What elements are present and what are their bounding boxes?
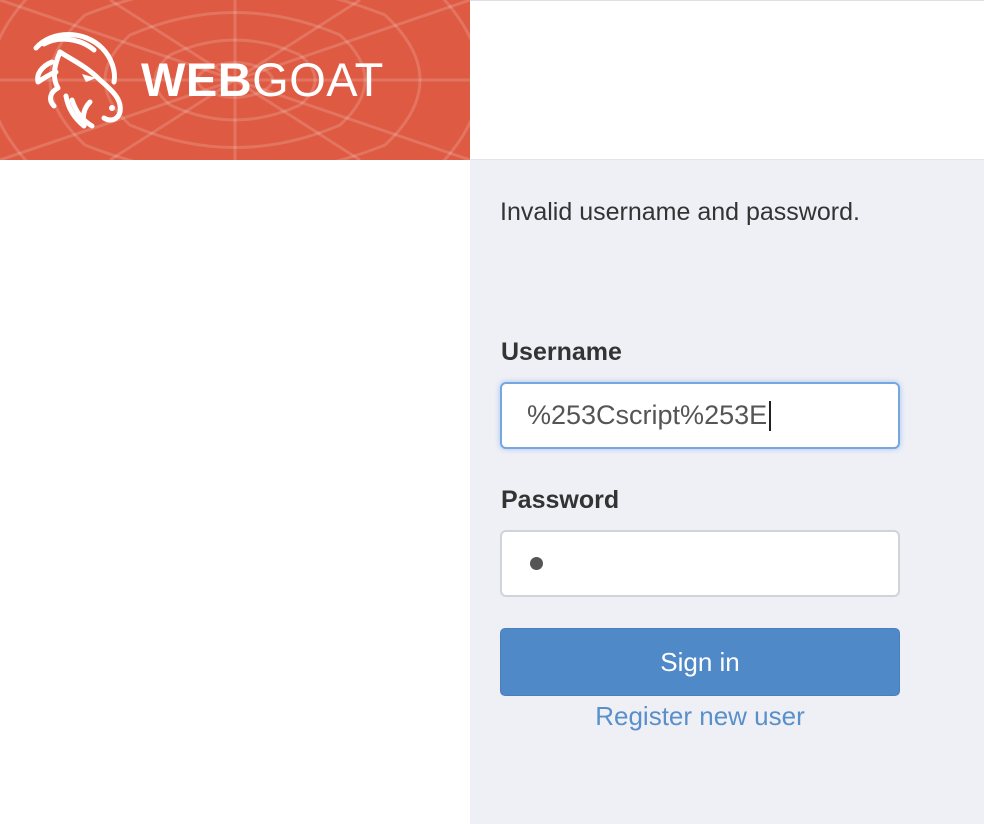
password-label: Password bbox=[501, 486, 620, 514]
username-input[interactable]: %253Cscript%253E bbox=[500, 382, 900, 449]
login-error-message: Invalid username and password. bbox=[500, 198, 860, 226]
password-input[interactable] bbox=[500, 530, 900, 597]
goat-head-icon bbox=[33, 32, 123, 129]
username-label: Username bbox=[501, 338, 622, 366]
username-value: %253Cscript%253E bbox=[527, 400, 768, 430]
text-caret bbox=[769, 400, 772, 431]
brand-name-bold: WEB bbox=[141, 53, 253, 106]
top-navbar bbox=[470, 0, 984, 160]
login-page: WEBGOAT Invalid username and password. U… bbox=[0, 0, 984, 824]
register-new-user-link[interactable]: Register new user bbox=[500, 699, 900, 733]
brand-header: WEBGOAT bbox=[0, 0, 470, 160]
password-mask-dot bbox=[530, 557, 543, 570]
brand-wordmark: WEBGOAT bbox=[141, 53, 384, 107]
sign-in-button[interactable]: Sign in bbox=[500, 628, 900, 696]
brand-name-light: GOAT bbox=[252, 53, 384, 106]
